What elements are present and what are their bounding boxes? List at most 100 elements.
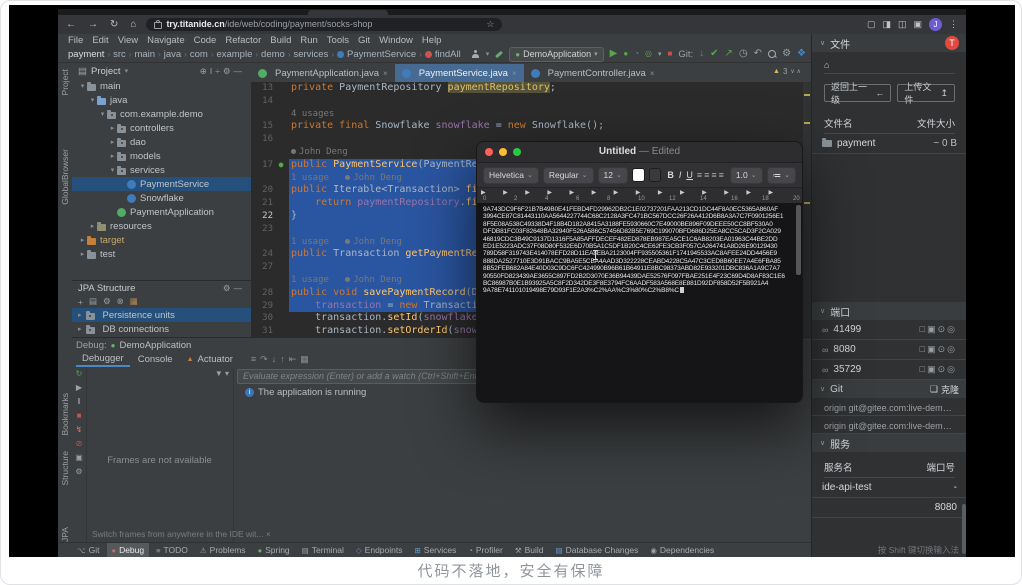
statusbar-build[interactable]: ⚒Build bbox=[510, 543, 549, 557]
tree-item-PaymentService[interactable]: PaymentService bbox=[72, 177, 251, 191]
port-action-icons[interactable]: □▣⊙◎ bbox=[920, 344, 957, 355]
stripe-globalbrowser[interactable]: GlobalBrowser bbox=[60, 149, 70, 205]
coverage-button[interactable]: ◎ bbox=[645, 50, 652, 58]
debug-config-name[interactable]: DemoApplication bbox=[119, 340, 191, 351]
stripe-structure[interactable]: Structure bbox=[60, 451, 70, 486]
tree-item-PaymentApplication[interactable]: PaymentApplication bbox=[72, 205, 251, 219]
statusbar-services[interactable]: ⊞Services bbox=[409, 543, 461, 557]
menu-navigate[interactable]: Navigate bbox=[147, 35, 185, 46]
tree-arrow-icon[interactable]: ▾ bbox=[98, 110, 107, 118]
tree-arrow-icon[interactable]: ▸ bbox=[88, 222, 97, 230]
statusbar-endpoints[interactable]: ◇Endpoints bbox=[351, 543, 408, 557]
breadcrumb-item-src[interactable]: src bbox=[113, 49, 126, 60]
editor-tab-PaymentController.java[interactable]: PaymentController.java× bbox=[524, 64, 662, 82]
bold-button[interactable]: B bbox=[667, 170, 674, 180]
tree-arrow-icon[interactable]: ▾ bbox=[108, 166, 117, 174]
tree-arrow-icon[interactable]: ▾ bbox=[88, 96, 97, 104]
services-section-header[interactable]: ∨ 服务 bbox=[812, 434, 966, 452]
git-commit-button[interactable]: ✔ bbox=[710, 49, 718, 59]
files-path-home-icon[interactable]: ⌂ bbox=[812, 52, 966, 70]
kebab-menu-icon[interactable]: ⋮ bbox=[949, 19, 958, 30]
code-line-15[interactable]: 15private final Snowflake snowflake = ne… bbox=[251, 120, 803, 133]
jpa-item-db-connections[interactable]: ▸DB connections bbox=[72, 322, 251, 336]
menu-run[interactable]: Run bbox=[300, 35, 317, 46]
line-spacing-select[interactable]: 1.0⌄ bbox=[730, 167, 763, 184]
close-tab-icon[interactable]: × bbox=[512, 69, 517, 78]
settings-gear-icon[interactable]: ⚙ bbox=[782, 49, 791, 59]
statusbar-terminal[interactable]: ▤Terminal bbox=[297, 543, 349, 557]
user-icon[interactable] bbox=[472, 50, 480, 58]
close-tab-icon[interactable]: × bbox=[383, 69, 388, 78]
search-icon[interactable] bbox=[768, 50, 776, 58]
breadcrumb-item-example[interactable]: example bbox=[216, 49, 252, 60]
close-traffic-icon[interactable] bbox=[485, 148, 493, 156]
tree-item-com.example.demo[interactable]: ▾com.example.demo bbox=[72, 107, 251, 121]
debug-button[interactable]: ● bbox=[623, 50, 628, 58]
statusbar-dependencies[interactable]: ◉Dependencies bbox=[645, 543, 719, 557]
editor-scrollbar[interactable] bbox=[803, 82, 811, 337]
debug-tab-debugger[interactable]: Debugger bbox=[76, 352, 130, 367]
tree-item-test[interactable]: ▸test bbox=[72, 247, 251, 261]
minimize-traffic-icon[interactable] bbox=[499, 148, 507, 156]
tree-item-models[interactable]: ▸models bbox=[72, 149, 251, 163]
statusbar-debug[interactable]: ●Debug bbox=[107, 543, 150, 557]
font-style-select[interactable]: Regular⌄ bbox=[543, 167, 594, 184]
run-button[interactable]: ▶ bbox=[610, 49, 618, 59]
statusbar-todo[interactable]: ≡TODO bbox=[151, 543, 193, 557]
chevron-down-icon[interactable]: ▾ bbox=[486, 50, 490, 58]
breadcrumb-item-demo[interactable]: demo bbox=[261, 49, 285, 60]
stripe-bookmarks[interactable]: Bookmarks bbox=[60, 393, 70, 436]
port-row-8080[interactable]: ∞8080□▣⊙◎ bbox=[812, 340, 966, 360]
menu-git[interactable]: Git bbox=[358, 35, 370, 46]
ports-section-header[interactable]: ∨ 端口 bbox=[812, 302, 966, 320]
jpa-item-persistence-units[interactable]: ▸Persistence units bbox=[72, 308, 251, 322]
tree-item-dao[interactable]: ▸dao bbox=[72, 135, 251, 149]
extensions-puzzle-icon[interactable]: ▣ bbox=[913, 19, 922, 30]
code-line-13[interactable]: 13private PaymentRepository paymentRepos… bbox=[251, 82, 803, 95]
port-row-41499[interactable]: ∞41499□▣⊙◎ bbox=[812, 320, 966, 340]
project-panel-tools[interactable]: ⊕I÷⚙— bbox=[200, 66, 245, 77]
breadcrumb-item-services[interactable]: services bbox=[293, 49, 328, 60]
tree-item-resources[interactable]: ▸resources bbox=[72, 219, 251, 233]
debug-left-toolbar[interactable]: ↻ ▶ ‖ ■ ↯ ⊘ ▣ ⚙ bbox=[72, 367, 87, 543]
profiler-button[interactable]: ◔ bbox=[634, 50, 639, 58]
forward-icon[interactable]: → bbox=[88, 19, 98, 30]
breadcrumb-item-java[interactable]: java bbox=[164, 49, 181, 60]
port-action-icons[interactable]: □▣⊙◎ bbox=[920, 324, 957, 335]
editor-tab-PaymentApplication.java[interactable]: PaymentApplication.java× bbox=[251, 64, 395, 82]
git-update-button[interactable]: ↓ bbox=[699, 49, 704, 59]
profile-avatar[interactable]: J bbox=[929, 18, 942, 31]
statusbar-profiler[interactable]: ◔Profiler bbox=[463, 543, 507, 557]
editor-tab-PaymentService.java[interactable]: PaymentService.java× bbox=[395, 64, 524, 82]
notification-badge[interactable]: T bbox=[945, 36, 959, 50]
git-remote[interactable]: origin git@gitee.com:live-demo/payme... bbox=[812, 398, 966, 416]
filter-icon[interactable]: ▼ ▾ bbox=[215, 369, 229, 378]
breadcrumb-item-main[interactable]: main bbox=[134, 49, 155, 60]
menu-code[interactable]: Code bbox=[194, 35, 217, 46]
inspections-widget[interactable]: ▲ 3 ∨ ∧ bbox=[770, 65, 804, 78]
debug-tab-actuator[interactable]: ▲Actuator bbox=[181, 352, 239, 367]
menu-edit[interactable]: Edit bbox=[92, 35, 108, 46]
service-row-ide-api-test[interactable]: ide-api-test- bbox=[812, 478, 966, 498]
tree-arrow-icon[interactable]: ▸ bbox=[78, 250, 87, 258]
extension-icon-a[interactable]: ▢ bbox=[867, 19, 876, 30]
git-push-button[interactable]: ↗ bbox=[725, 49, 733, 59]
back-icon[interactable]: ← bbox=[66, 19, 76, 30]
alignment-buttons[interactable]: ≡≡≡≡ bbox=[697, 170, 726, 180]
tree-item-controllers[interactable]: ▸controllers bbox=[72, 121, 251, 135]
textedit-window[interactable]: Untitled — Edited Helvetica⌄ Regular⌄ 12… bbox=[476, 141, 803, 403]
tree-arrow-icon[interactable]: ▾ bbox=[78, 82, 87, 90]
font-size-select[interactable]: 12⌄ bbox=[598, 167, 628, 184]
panel-scrollbar[interactable] bbox=[962, 504, 966, 554]
tree-item-main[interactable]: ▾main bbox=[72, 79, 251, 93]
breadcrumb-item-findAll[interactable]: findAll bbox=[425, 49, 461, 60]
textedit-titlebar[interactable]: Untitled — Edited bbox=[477, 142, 802, 163]
menu-tools[interactable]: Tools bbox=[327, 35, 349, 46]
back-parent-button[interactable]: 返回上一级← bbox=[824, 84, 891, 102]
git-remote[interactable]: origin git@gitee.com:live-demo/payme... bbox=[812, 416, 966, 434]
clone-button[interactable]: ❏克隆 bbox=[930, 383, 959, 396]
menu-window[interactable]: Window bbox=[379, 35, 413, 46]
port-action-icons[interactable]: □▣⊙◎ bbox=[920, 364, 957, 375]
history-icon[interactable]: ◷ bbox=[739, 49, 748, 59]
run-marker-icon[interactable]: ● bbox=[273, 159, 289, 172]
